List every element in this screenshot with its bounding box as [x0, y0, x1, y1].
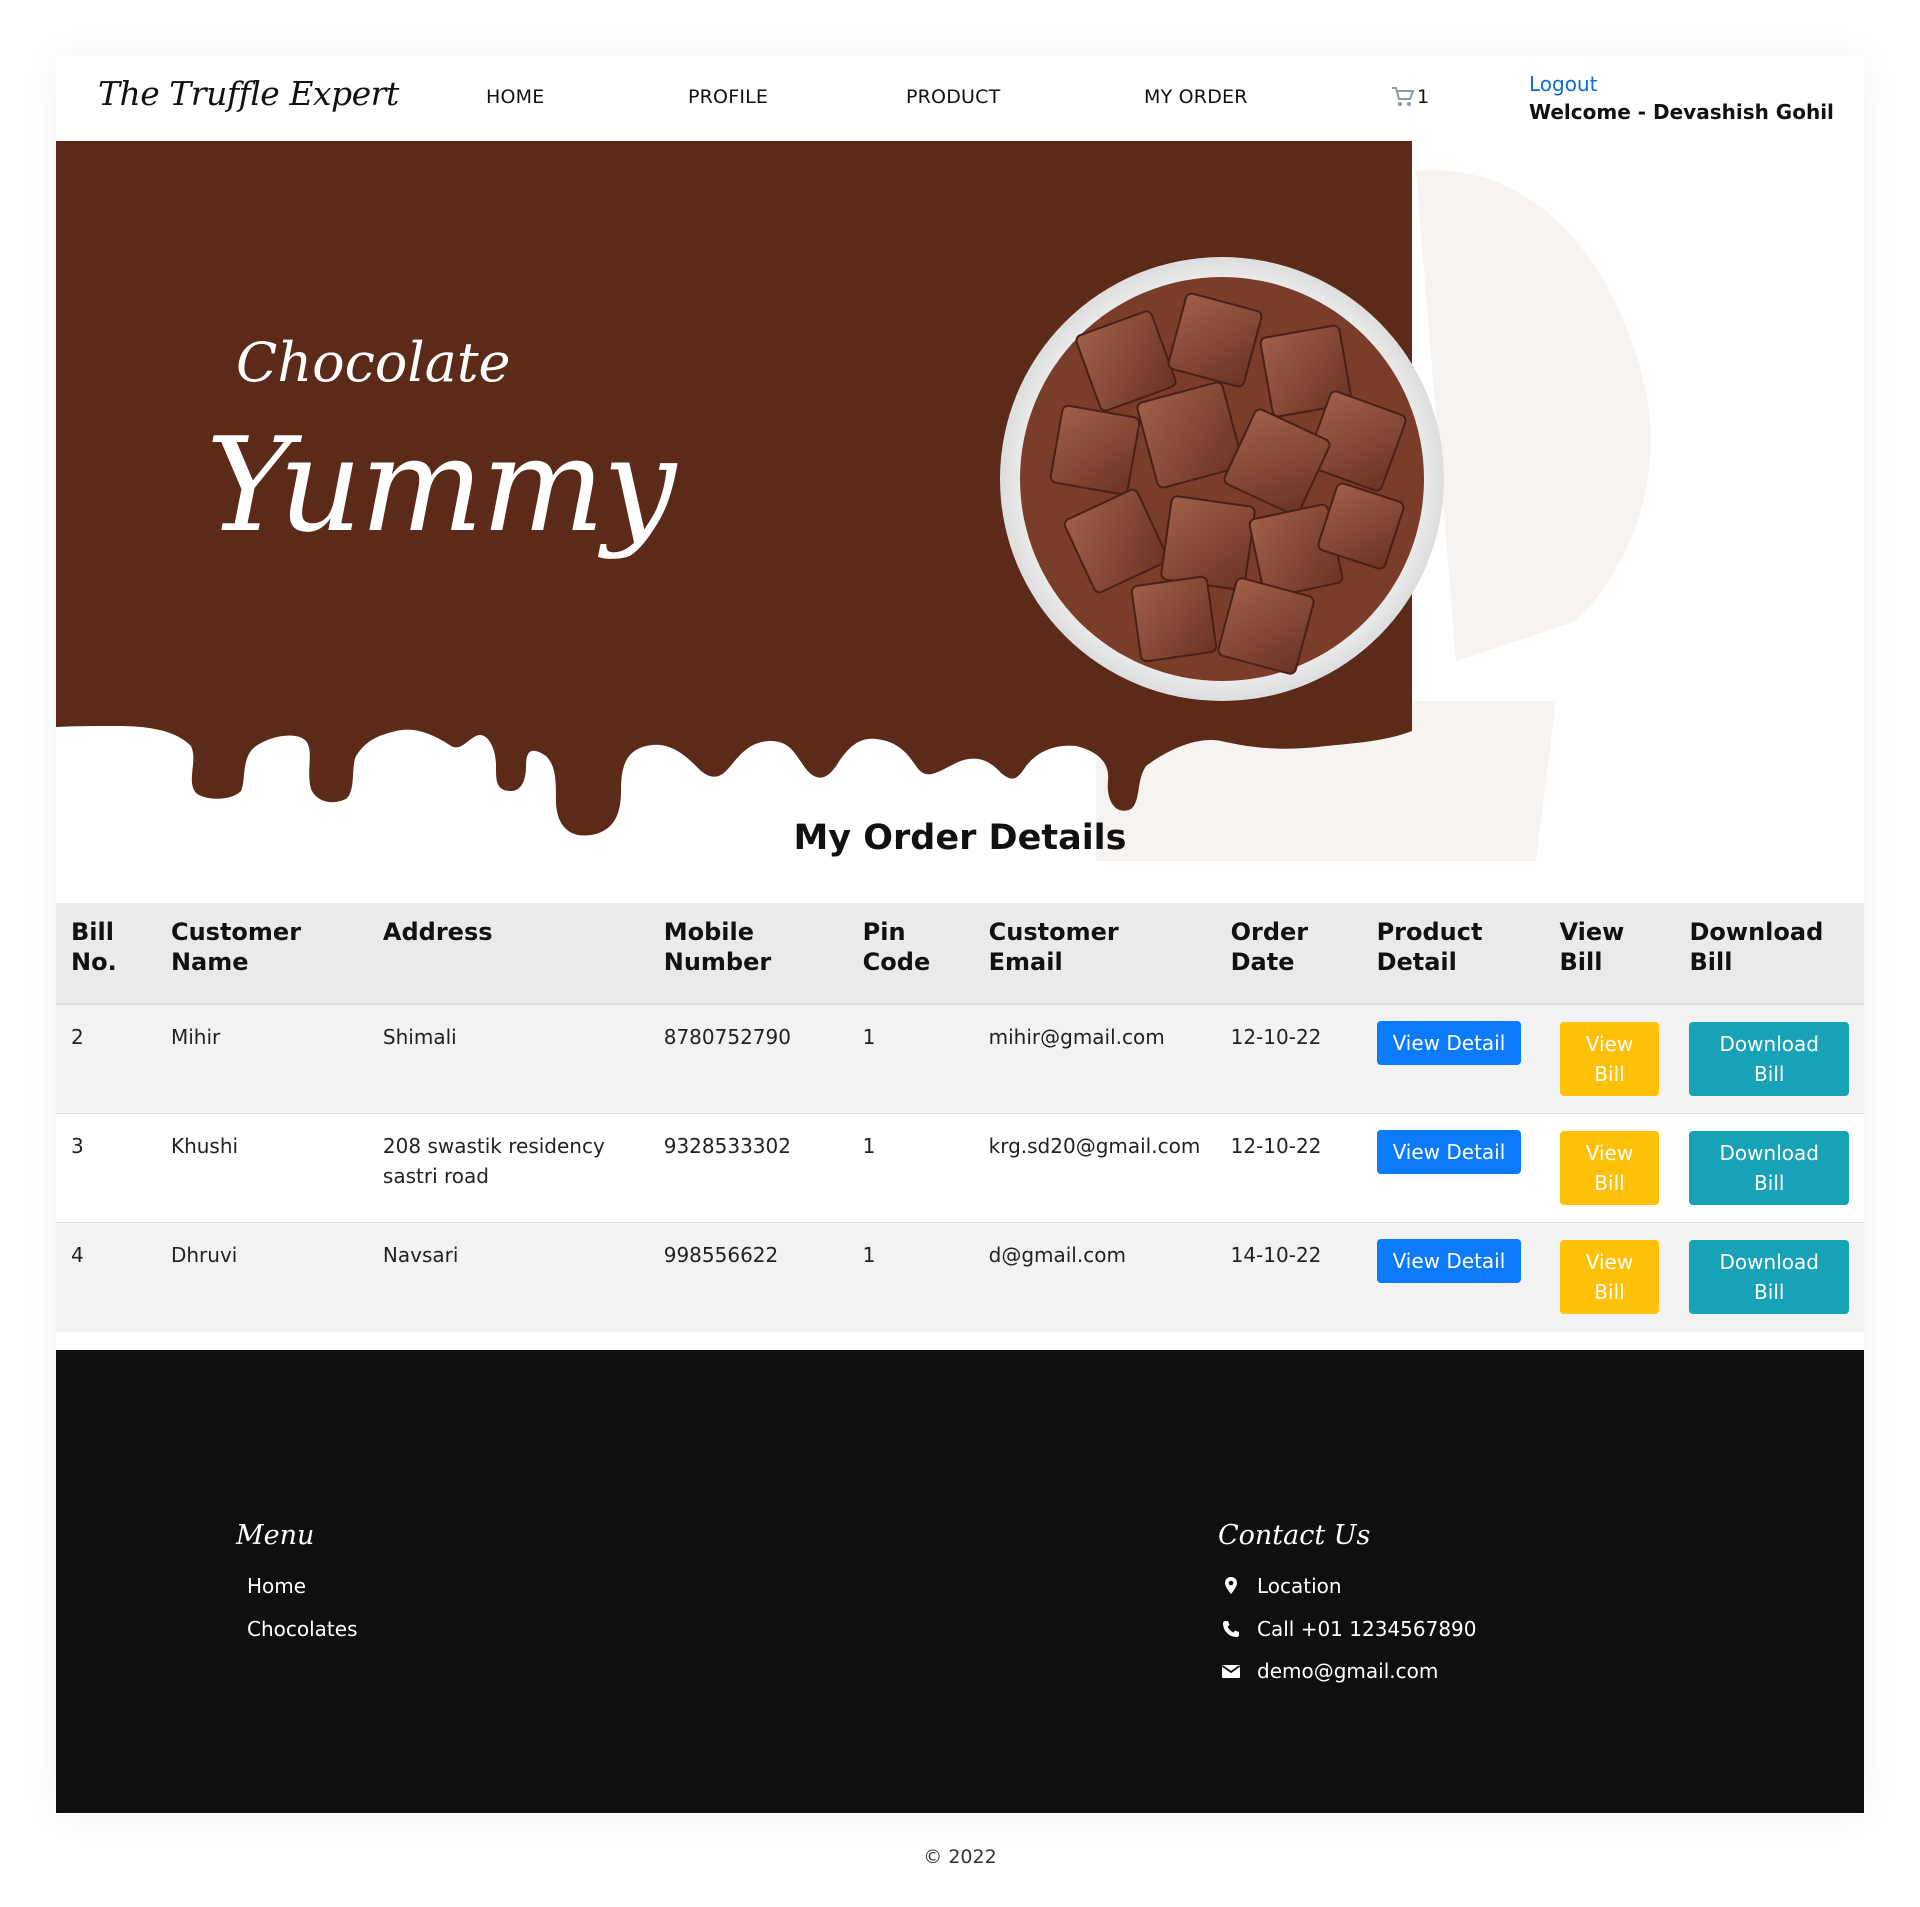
- view-bill-button[interactable]: View Bill: [1559, 1022, 1660, 1096]
- cell-pin: 1: [862, 1025, 876, 1049]
- logout-link[interactable]: Logout: [1529, 72, 1597, 96]
- contact-phone[interactable]: Call +01 1234567890: [1221, 1617, 1477, 1641]
- contact-email[interactable]: demo@gmail.com: [1221, 1659, 1438, 1683]
- footer-link-home[interactable]: Home: [247, 1574, 306, 1598]
- col-pin-code: Pin Code: [847, 903, 974, 1005]
- cell-date: 12-10-22: [1230, 1134, 1322, 1158]
- welcome-text: Welcome - Devashish Gohil: [1529, 100, 1834, 124]
- cell-address: 208 swastik residency sastri road: [382, 1134, 605, 1188]
- site-footer: Menu Home Chocolates Contact Us Location…: [56, 1350, 1864, 1813]
- col-product-detail: Product Detail: [1361, 903, 1545, 1005]
- footer-link-chocolates[interactable]: Chocolates: [247, 1617, 358, 1641]
- view-detail-button[interactable]: View Detail: [1376, 1130, 1522, 1174]
- cell-bill-no: 3: [71, 1134, 84, 1158]
- download-bill-button[interactable]: Download Bill: [1689, 1240, 1849, 1314]
- hero-subtitle: Chocolate: [236, 331, 511, 394]
- nav-profile[interactable]: PROFILE: [688, 86, 768, 108]
- col-address: Address: [367, 903, 649, 1005]
- cell-email: mihir@gmail.com: [988, 1025, 1165, 1049]
- cell-date: 14-10-22: [1230, 1243, 1322, 1267]
- col-customer-name: Customer Name: [155, 903, 368, 1005]
- table-row: 4 Dhruvi Navsari 998556622 1 d@gmail.com…: [56, 1222, 1864, 1332]
- orders-section-title: My Order Details: [793, 818, 1127, 858]
- contact-location-text: Location: [1257, 1574, 1342, 1598]
- nav-my-order[interactable]: MY ORDER: [1144, 86, 1248, 108]
- cell-address: Navsari: [382, 1243, 459, 1267]
- col-download-bill: Download Bill: [1674, 903, 1864, 1005]
- download-bill-button[interactable]: Download Bill: [1689, 1022, 1849, 1096]
- table-row: 2 Mihir Shimali 8780752790 1 mihir@gmail…: [56, 1004, 1864, 1114]
- col-mobile-number: Mobile Number: [648, 903, 848, 1005]
- col-order-date: Order Date: [1215, 903, 1362, 1005]
- view-bill-button[interactable]: View Bill: [1559, 1240, 1660, 1314]
- cell-date: 12-10-22: [1230, 1025, 1322, 1049]
- table-row: 3 Khushi 208 swastik residency sastri ro…: [56, 1113, 1864, 1223]
- copyright-text: © 2022: [923, 1846, 997, 1868]
- cart-button[interactable]: 1: [1391, 86, 1429, 108]
- nav-product[interactable]: PRODUCT: [906, 86, 1000, 108]
- cell-mobile: 998556622: [663, 1243, 779, 1267]
- view-detail-button[interactable]: View Detail: [1376, 1239, 1522, 1283]
- table-header-row: Bill No. Customer Name Address Mobile Nu…: [56, 903, 1864, 1005]
- col-view-bill: View Bill: [1544, 903, 1675, 1005]
- contact-phone-text: Call +01 1234567890: [1257, 1617, 1477, 1641]
- hero-banner: Chocolate Yummy: [56, 141, 1864, 861]
- phone-icon: [1223, 1621, 1239, 1637]
- cell-email: krg.sd20@gmail.com: [988, 1134, 1201, 1158]
- hero-title: Yummy: [206, 409, 676, 561]
- site-header: The Truffle Expert HOME PROFILE PRODUCT …: [56, 56, 1864, 141]
- footer-contact-heading: Contact Us: [1218, 1520, 1371, 1551]
- cell-pin: 1: [862, 1134, 876, 1158]
- footer-menu-heading: Menu: [236, 1520, 315, 1551]
- orders-table: Bill No. Customer Name Address Mobile Nu…: [56, 903, 1864, 1332]
- orders-table-container: Bill No. Customer Name Address Mobile Nu…: [56, 903, 1864, 1332]
- view-bill-button[interactable]: View Bill: [1559, 1131, 1660, 1205]
- contact-email-text: demo@gmail.com: [1257, 1659, 1439, 1683]
- col-customer-email: Customer Email: [973, 903, 1216, 1005]
- map-marker-icon: [1225, 1577, 1237, 1594]
- nav-home[interactable]: HOME: [486, 86, 544, 108]
- download-bill-button[interactable]: Download Bill: [1689, 1131, 1849, 1205]
- envelope-icon: [1221, 1665, 1241, 1678]
- col-bill-no: Bill No.: [56, 903, 156, 1005]
- cell-address: Shimali: [382, 1025, 457, 1049]
- cell-customer-name: Dhruvi: [170, 1243, 238, 1267]
- contact-location[interactable]: Location: [1221, 1574, 1342, 1598]
- cell-pin: 1: [862, 1243, 876, 1267]
- cart-count: 1: [1417, 86, 1430, 108]
- cell-bill-no: 4: [71, 1243, 84, 1267]
- site-logo[interactable]: The Truffle Expert: [98, 74, 399, 113]
- view-detail-button[interactable]: View Detail: [1376, 1021, 1522, 1065]
- cell-bill-no: 2: [71, 1025, 84, 1049]
- cell-customer-name: Khushi: [170, 1134, 239, 1158]
- cell-mobile: 9328533302: [663, 1134, 791, 1158]
- cell-customer-name: Mihir: [170, 1025, 221, 1049]
- cart-icon: [1392, 87, 1415, 106]
- cell-mobile: 8780752790: [663, 1025, 791, 1049]
- cell-email: d@gmail.com: [988, 1243, 1126, 1267]
